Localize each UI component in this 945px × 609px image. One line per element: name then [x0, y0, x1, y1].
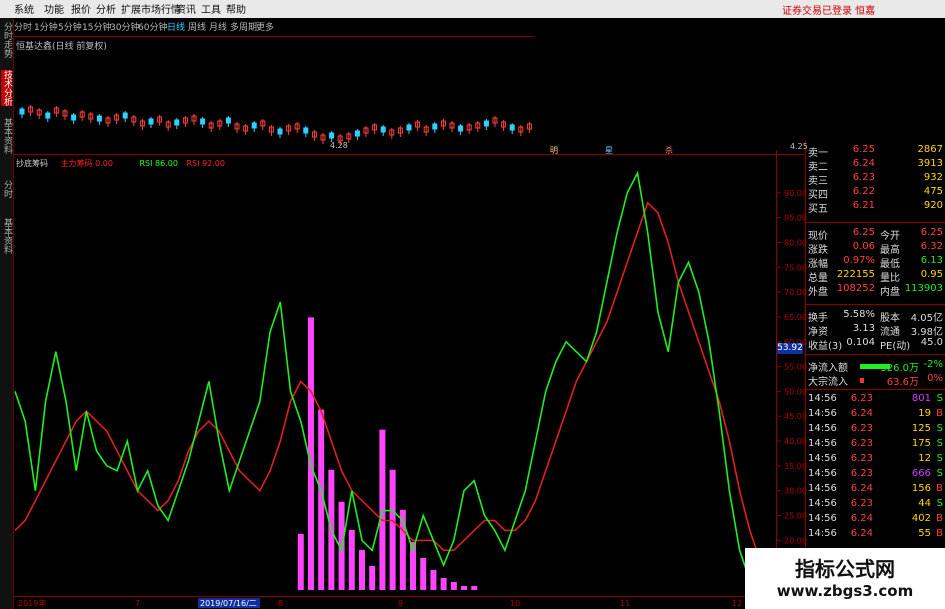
stats-divider — [806, 304, 945, 305]
main-chip-bar — [420, 557, 427, 590]
candle-body — [71, 114, 77, 121]
candle-body — [277, 128, 283, 135]
tick-row: 14:56 6.23 666 S — [808, 468, 943, 479]
main-chip-bar — [461, 585, 468, 590]
candle-body — [45, 112, 51, 119]
stats-row: 外盘 108252 内盘 113903 — [808, 283, 943, 298]
main-chip-bar — [389, 469, 396, 590]
main-chip-bar — [297, 533, 304, 590]
y-axis-label: 50.00 — [784, 387, 807, 396]
y-axis-label: 70.00 — [784, 288, 807, 297]
x-axis-label: 8 — [278, 599, 283, 608]
watermark: 指标公式网 www.zbgs3.com — [745, 548, 945, 609]
x-axis-label: 2019年 — [18, 598, 46, 608]
x-axis-label: 12 — [732, 599, 742, 608]
candle-body — [458, 125, 464, 132]
x-axis-label: 11 — [620, 599, 630, 608]
rsi-red-line — [14, 201, 761, 561]
tick-row: 14:56 6.23 801 S — [808, 393, 943, 404]
tick-row: 14:56 6.23 175 S — [808, 438, 943, 449]
main-chip-bar — [369, 565, 376, 590]
candle-body — [200, 118, 206, 125]
stats-row: 涨幅 0.97% 最低 6.13 — [808, 255, 943, 270]
capital-divider — [806, 354, 945, 355]
candle-body — [329, 132, 335, 139]
tick-row: 14:56 6.24 402 B — [808, 513, 943, 524]
candle-body — [509, 124, 515, 131]
main-chip-bar — [471, 585, 478, 590]
candle-body — [483, 120, 489, 127]
main-chip-bar — [440, 577, 447, 590]
candle-body — [174, 119, 180, 126]
stats-row: 总量 222155 量比 0.95 — [808, 269, 943, 284]
stats-row: 现价 6.25 今开 6.25 — [808, 227, 943, 242]
candle-body — [96, 115, 102, 122]
tick-row: 14:56 6.24 55 B — [808, 528, 943, 539]
y-axis-label: 80.00 — [784, 238, 807, 247]
y-axis-label: 45.00 — [784, 412, 807, 421]
tick-row: 14:56 6.23 125 S — [808, 423, 943, 434]
candle-body — [122, 112, 128, 119]
order-row-buy5: 买五 6.21 920 — [808, 200, 943, 215]
y-axis-label: 40.00 — [784, 437, 807, 446]
candle-body — [354, 130, 360, 137]
flow-divider — [806, 389, 945, 390]
y-axis-label: 90.00 — [784, 189, 807, 198]
tick-row: 14:56 6.23 12 S — [808, 453, 943, 464]
x-axis-label: 2019/07/16/二 — [200, 599, 257, 608]
y-axis-label: 55.00 — [784, 363, 807, 372]
tick-row: 14:56 6.24 19 B — [808, 408, 943, 419]
x-axis-label: 9 — [398, 599, 403, 608]
order-row-buy4: 买四 6.22 475 — [808, 186, 943, 201]
chart-canvas: 90.0085.0080.0075.0070.0065.0060.0055.00… — [14, 105, 807, 608]
candle-body — [251, 122, 257, 129]
flow-bar — [860, 378, 864, 383]
tick-row: 14:56 6.23 44 S — [808, 498, 943, 509]
flow-row-block: 大宗流入 63.6万 0% — [808, 373, 943, 388]
order-row-sell2: 卖二 6.24 3913 — [808, 158, 943, 173]
current-value-tag: 53.92 — [777, 343, 803, 354]
capital-row: 净资 3.13 流通 3.98亿 — [808, 323, 943, 338]
main-chip-bar — [430, 569, 437, 590]
candle-body — [303, 127, 309, 134]
main-chip-bar — [450, 581, 457, 590]
candle-body — [432, 123, 438, 130]
y-axis-label: 25.00 — [784, 512, 807, 521]
candle-body — [225, 117, 231, 124]
y-axis-label: 30.00 — [784, 487, 807, 496]
y-axis-label: 75.00 — [784, 263, 807, 272]
watermark-url: www.zbgs3.com — [776, 582, 914, 600]
capital-row: 换手 5.58% 股本 4.05亿 — [808, 309, 943, 324]
capital-row: 收益(3) 0.104 PE(动) 45.0 — [808, 337, 943, 352]
candle-body — [19, 108, 25, 115]
y-axis-label: 35.00 — [784, 462, 807, 471]
stats-row: 涨跌 0.06 最高 6.32 — [808, 241, 943, 256]
x-axis-label: 10 — [510, 599, 520, 608]
flow-row-net: 净流入额 -326.0万 -2% — [808, 359, 943, 374]
candle-body — [380, 126, 386, 133]
x-axis-label: 7 — [135, 599, 140, 608]
tick-row: 14:56 6.24 156 B — [808, 483, 943, 494]
watermark-title: 指标公式网 — [795, 557, 895, 581]
main-chip-bar — [358, 549, 365, 590]
y-axis-label: 65.00 — [784, 313, 807, 322]
order-stats-divider — [806, 222, 945, 223]
order-row-sell1: 卖一 6.25 2867 — [808, 144, 943, 159]
candle-body — [406, 124, 412, 131]
candle-body — [148, 118, 154, 125]
y-axis-label: 85.00 — [784, 214, 807, 223]
rsi-green-line — [14, 170, 761, 591]
y-axis-label: 20.00 — [784, 536, 807, 545]
main-chip-bar — [348, 529, 355, 590]
order-row-sell3: 卖三 6.23 932 — [808, 172, 943, 187]
